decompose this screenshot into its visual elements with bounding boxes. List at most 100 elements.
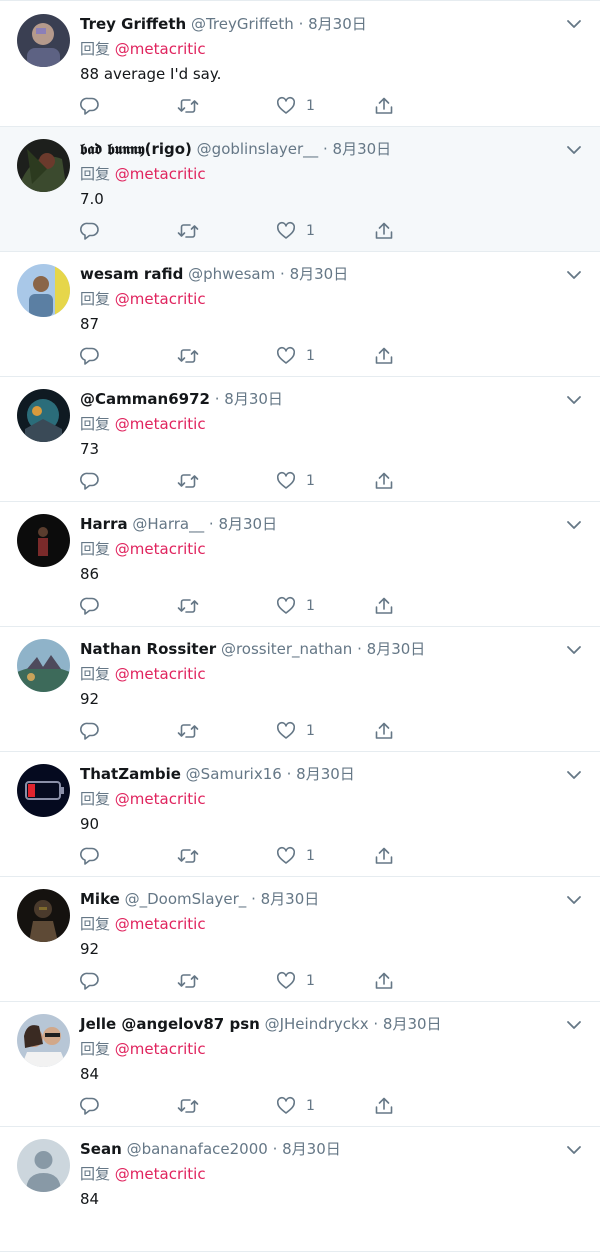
tweet-date[interactable]: 8月30日 bbox=[308, 15, 367, 33]
like-button[interactable]: 1 bbox=[276, 720, 315, 742]
display-name[interactable]: wesam rafid bbox=[80, 265, 183, 283]
user-handle[interactable]: @JHeindryckx bbox=[265, 1015, 369, 1033]
retweet-button[interactable] bbox=[177, 1095, 199, 1117]
avatar[interactable] bbox=[17, 639, 70, 692]
display-name[interactable]: Jelle @angelov87 psn bbox=[80, 1015, 260, 1033]
tweet-date[interactable]: 8月30日 bbox=[218, 515, 277, 533]
reply-mention[interactable]: @metacritic bbox=[115, 165, 206, 183]
reply-mention[interactable]: @metacritic bbox=[115, 1040, 206, 1058]
share-button[interactable] bbox=[374, 470, 394, 492]
like-button[interactable]: 1 bbox=[276, 345, 315, 367]
like-button[interactable]: 1 bbox=[276, 470, 315, 492]
display-name[interactable]: Sean bbox=[80, 1140, 122, 1158]
reply-button[interactable] bbox=[80, 1095, 100, 1117]
retweet-button[interactable] bbox=[177, 220, 199, 242]
reply-button[interactable] bbox=[80, 970, 100, 992]
avatar[interactable] bbox=[17, 514, 70, 567]
retweet-button[interactable] bbox=[177, 470, 199, 492]
user-handle[interactable]: @phwesam bbox=[188, 265, 275, 283]
display-name[interactable]: 𝖇𝖆𝖉 𝖇𝖚𝖓𝖓𝖞(rigo) bbox=[80, 140, 192, 158]
retweet-button[interactable] bbox=[177, 345, 199, 367]
reply-button[interactable] bbox=[80, 470, 100, 492]
reply-mention[interactable]: @metacritic bbox=[115, 540, 206, 558]
avatar[interactable] bbox=[17, 764, 70, 817]
avatar[interactable] bbox=[17, 1139, 70, 1192]
caret-down-icon[interactable] bbox=[566, 517, 582, 533]
reply-button[interactable] bbox=[80, 95, 100, 117]
caret-down-icon[interactable] bbox=[566, 392, 582, 408]
user-handle[interactable]: @rossiter_nathan bbox=[221, 640, 352, 658]
display-name[interactable]: ThatZambie bbox=[80, 765, 181, 783]
share-button[interactable] bbox=[374, 345, 394, 367]
reply-button[interactable] bbox=[80, 595, 100, 617]
retweet-button[interactable] bbox=[177, 720, 199, 742]
tweet[interactable]: Jelle @angelov87 psn @JHeindryckx · 8月30… bbox=[0, 1002, 600, 1127]
tweet-date[interactable]: 8月30日 bbox=[383, 1015, 442, 1033]
tweet-date[interactable]: 8月30日 bbox=[333, 140, 392, 158]
caret-down-icon[interactable] bbox=[566, 1017, 582, 1033]
tweet[interactable]: 𝖇𝖆𝖉 𝖇𝖚𝖓𝖓𝖞(rigo) @goblinslayer__ · 8月30日 … bbox=[0, 127, 600, 252]
reply-button[interactable] bbox=[80, 845, 100, 867]
caret-down-icon[interactable] bbox=[566, 1142, 582, 1158]
user-handle[interactable]: @TreyGriffeth bbox=[191, 15, 294, 33]
user-handle[interactable]: @Samurix16 bbox=[186, 765, 282, 783]
share-button[interactable] bbox=[374, 220, 394, 242]
display-name[interactable]: Nathan Rossiter bbox=[80, 640, 216, 658]
share-button[interactable] bbox=[374, 95, 394, 117]
tweet-date[interactable]: 8月30日 bbox=[282, 1140, 341, 1158]
caret-down-icon[interactable] bbox=[566, 142, 582, 158]
tweet-date[interactable]: 8月30日 bbox=[261, 890, 320, 908]
share-button[interactable] bbox=[374, 595, 394, 617]
share-button[interactable] bbox=[374, 845, 394, 867]
like-button[interactable]: 1 bbox=[276, 1095, 315, 1117]
like-button[interactable]: 1 bbox=[276, 220, 315, 242]
reply-mention[interactable]: @metacritic bbox=[115, 290, 206, 308]
reply-mention[interactable]: @metacritic bbox=[115, 915, 206, 933]
user-handle[interactable]: @bananaface2000 bbox=[127, 1140, 268, 1158]
reply-button[interactable] bbox=[80, 345, 100, 367]
tweet[interactable]: wesam rafid @phwesam · 8月30日 回复 @metacri… bbox=[0, 252, 600, 377]
caret-down-icon[interactable] bbox=[566, 892, 582, 908]
reply-button[interactable] bbox=[80, 720, 100, 742]
user-handle[interactable]: @_DoomSlayer_ bbox=[125, 890, 247, 908]
avatar[interactable] bbox=[17, 14, 70, 67]
user-handle[interactable]: @Camman6972 bbox=[80, 390, 210, 408]
retweet-button[interactable] bbox=[177, 595, 199, 617]
tweet-date[interactable]: 8月30日 bbox=[290, 265, 349, 283]
caret-down-icon[interactable] bbox=[566, 267, 582, 283]
tweet-date[interactable]: 8月30日 bbox=[367, 640, 426, 658]
reply-mention[interactable]: @metacritic bbox=[115, 665, 206, 683]
tweet[interactable]: Nathan Rossiter @rossiter_nathan · 8月30日… bbox=[0, 627, 600, 752]
tweet[interactable]: Mike @_DoomSlayer_ · 8月30日 回复 @metacriti… bbox=[0, 877, 600, 1002]
display-name[interactable]: Mike bbox=[80, 890, 120, 908]
avatar[interactable] bbox=[17, 139, 70, 192]
caret-down-icon[interactable] bbox=[566, 642, 582, 658]
reply-mention[interactable]: @metacritic bbox=[115, 40, 206, 58]
tweet-date[interactable]: 8月30日 bbox=[224, 390, 283, 408]
avatar[interactable] bbox=[17, 1014, 70, 1067]
reply-button[interactable] bbox=[80, 220, 100, 242]
user-handle[interactable]: @goblinslayer__ bbox=[197, 140, 319, 158]
avatar[interactable] bbox=[17, 264, 70, 317]
reply-mention[interactable]: @metacritic bbox=[115, 415, 206, 433]
retweet-button[interactable] bbox=[177, 95, 199, 117]
tweet[interactable]: Trey Griffeth @TreyGriffeth · 8月30日 回复 @… bbox=[0, 0, 600, 127]
caret-down-icon[interactable] bbox=[566, 16, 582, 32]
like-button[interactable]: 1 bbox=[276, 95, 315, 117]
share-button[interactable] bbox=[374, 1095, 394, 1117]
like-button[interactable]: 1 bbox=[276, 970, 315, 992]
like-button[interactable]: 1 bbox=[276, 595, 315, 617]
retweet-button[interactable] bbox=[177, 970, 199, 992]
retweet-button[interactable] bbox=[177, 845, 199, 867]
share-button[interactable] bbox=[374, 970, 394, 992]
reply-mention[interactable]: @metacritic bbox=[115, 1165, 206, 1183]
user-handle[interactable]: @Harra__ bbox=[132, 515, 204, 533]
reply-mention[interactable]: @metacritic bbox=[115, 790, 206, 808]
tweet[interactable]: Harra @Harra__ · 8月30日 回复 @metacritic 86… bbox=[0, 502, 600, 627]
display-name[interactable]: Trey Griffeth bbox=[80, 15, 186, 33]
caret-down-icon[interactable] bbox=[566, 767, 582, 783]
share-button[interactable] bbox=[374, 720, 394, 742]
display-name[interactable]: Harra bbox=[80, 515, 128, 533]
avatar[interactable] bbox=[17, 889, 70, 942]
tweet[interactable]: Sean @bananaface2000 · 8月30日 回复 @metacri… bbox=[0, 1127, 600, 1252]
